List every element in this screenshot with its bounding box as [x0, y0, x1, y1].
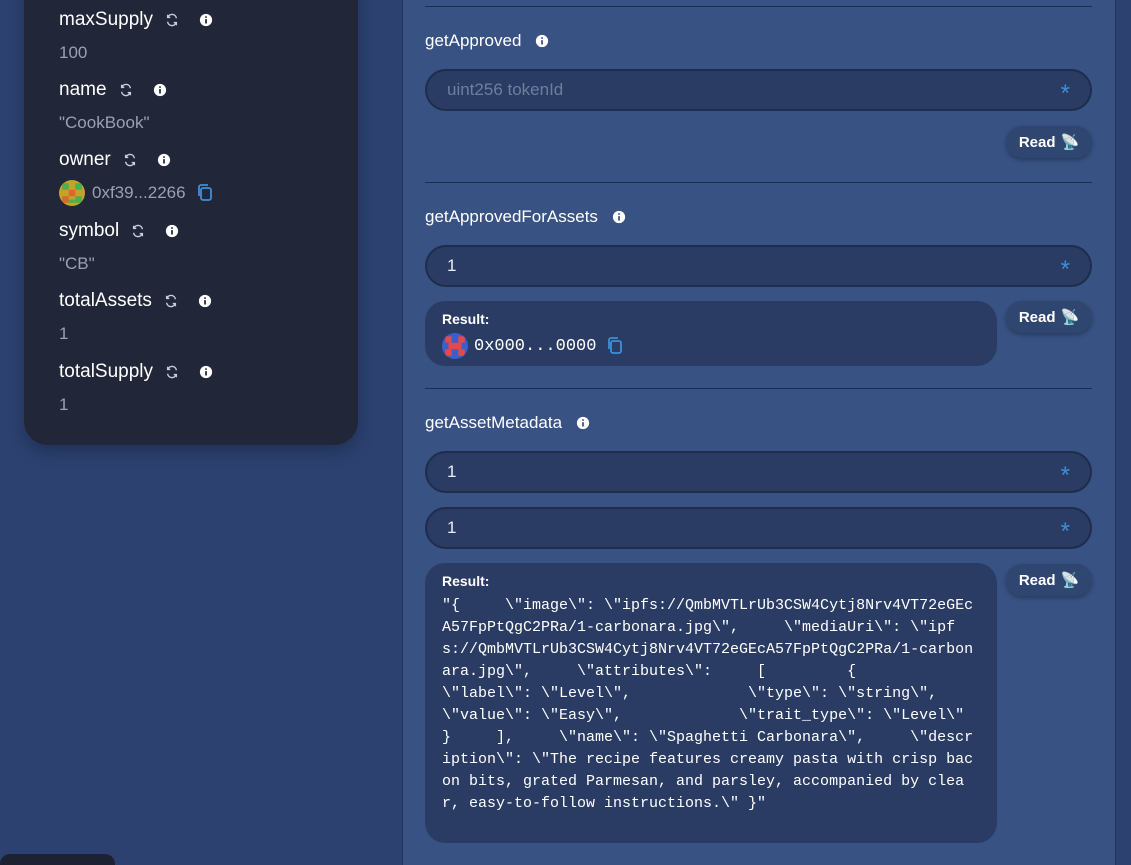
- variable-name: totalSupply: [59, 361, 154, 382]
- variable-maxsupply: maxSupply 100: [59, 8, 213, 64]
- variable-name: maxSupply: [59, 9, 153, 30]
- satellite-antenna-icon: 📡: [1060, 309, 1080, 326]
- asterisk-icon: *: [1060, 462, 1070, 489]
- variable-value: "CookBook": [59, 113, 150, 132]
- variable-name-field: name "CookBook": [59, 78, 167, 134]
- asterisk-icon: *: [1060, 80, 1070, 107]
- variable-name: name: [59, 79, 107, 100]
- result-box-getapprovedforassets: Result: 0x000...0000: [425, 301, 997, 366]
- param-input-wrapper: *: [425, 451, 1092, 493]
- variable-owner: owner 0xf39...2266: [59, 148, 214, 206]
- param-input-wrapper: *: [425, 507, 1092, 549]
- function-name: getAssetMetadata: [425, 413, 563, 432]
- info-icon: [199, 13, 213, 27]
- param-input-wrapper: *: [425, 245, 1092, 287]
- variable-value: 1: [59, 324, 69, 343]
- variable-name: symbol: [59, 220, 120, 241]
- asterisk-icon: *: [1060, 256, 1070, 283]
- param-input-1[interactable]: [447, 462, 1061, 482]
- function-name: getApprovedForAssets: [425, 207, 598, 226]
- info-icon: [165, 224, 179, 238]
- refresh-icon[interactable]: [123, 153, 137, 167]
- info-icon: [612, 210, 626, 224]
- read-button-getapproved[interactable]: Read 📡: [1006, 126, 1092, 158]
- copy-icon[interactable]: [196, 183, 214, 203]
- read-button-getassetmetadata[interactable]: Read 📡: [1006, 564, 1092, 596]
- variable-name: totalAssets: [59, 290, 152, 311]
- info-icon: [153, 83, 167, 97]
- param-input[interactable]: [447, 256, 1061, 276]
- satellite-antenna-icon: 📡: [1060, 572, 1080, 589]
- result-label: Result:: [442, 573, 490, 589]
- asterisk-icon: *: [1060, 518, 1070, 545]
- function-name: getApproved: [425, 31, 522, 50]
- variable-value: 1: [59, 395, 69, 414]
- variable-value: 100: [59, 43, 88, 62]
- info-icon: [576, 416, 590, 430]
- info-icon: [535, 34, 549, 48]
- variable-totalassets: totalAssets 1: [59, 289, 212, 345]
- result-box-getassetmetadata: Result: "{ \"image\": \"ipfs://QmbMVTLrU…: [425, 563, 997, 843]
- result-json: "{ \"image\": \"ipfs://QmbMVTLrUb3CSW4Cy…: [442, 597, 974, 812]
- function-title-getapprovedforassets: getApprovedForAssets: [425, 206, 626, 228]
- tokenid-input[interactable]: [447, 80, 1061, 100]
- copy-icon[interactable]: [606, 336, 624, 356]
- address-avatar: [59, 180, 85, 206]
- variable-totalsupply: totalSupply 1: [59, 360, 213, 416]
- refresh-icon[interactable]: [165, 13, 179, 27]
- owner-address: 0xf39...2266: [92, 183, 186, 202]
- result-address: 0x000...0000: [474, 336, 597, 356]
- divider: [425, 6, 1092, 7]
- read-label: Read: [1018, 571, 1056, 589]
- variable-value: "CB": [59, 254, 95, 273]
- read-button-getapprovedforassets[interactable]: Read 📡: [1006, 301, 1092, 333]
- read-label: Read: [1018, 133, 1056, 151]
- info-icon: [157, 153, 171, 167]
- refresh-icon[interactable]: [119, 83, 133, 97]
- read-label: Read: [1018, 308, 1056, 326]
- refresh-icon[interactable]: [131, 224, 145, 238]
- param-input-2[interactable]: [447, 518, 1061, 538]
- divider: [425, 182, 1092, 183]
- satellite-antenna-icon: 📡: [1060, 134, 1080, 151]
- divider: [425, 388, 1092, 389]
- info-icon: [198, 294, 212, 308]
- refresh-icon[interactable]: [164, 294, 178, 308]
- address-avatar: [442, 333, 468, 359]
- tokenid-input-wrapper: *: [425, 69, 1092, 111]
- function-title-getapproved: getApproved: [425, 30, 549, 52]
- result-label: Result:: [442, 311, 490, 327]
- variable-name: owner: [59, 149, 111, 170]
- refresh-icon[interactable]: [165, 365, 179, 379]
- variable-symbol: symbol "CB": [59, 219, 179, 275]
- function-title-getassetmetadata: getAssetMetadata: [425, 412, 590, 434]
- info-icon: [199, 365, 213, 379]
- bottom-tab[interactable]: [0, 854, 115, 865]
